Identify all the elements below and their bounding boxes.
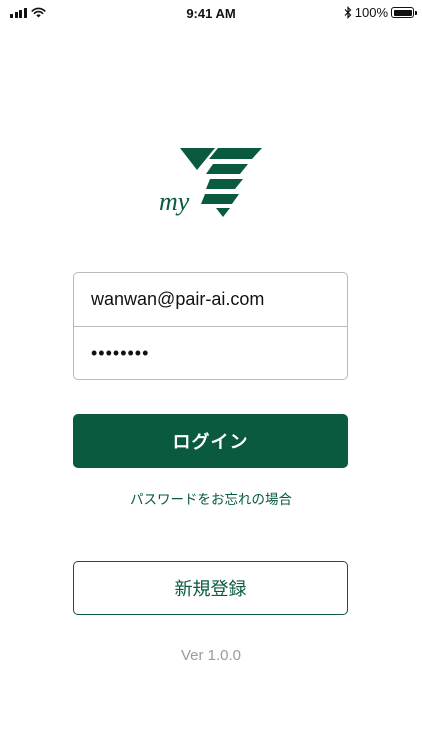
logo-tip [216, 208, 230, 217]
app-logo: my [159, 148, 262, 217]
battery-icon [391, 7, 417, 18]
login-button[interactable]: ログイン [73, 414, 348, 468]
forgot-password-link[interactable]: パスワードをお忘れの場合 [0, 488, 422, 508]
password-field-row [74, 326, 347, 379]
bluetooth-icon [344, 6, 352, 19]
version-label: Ver 1.0.0 [180, 647, 242, 664]
register-button[interactable]: 新規登録 [73, 561, 348, 615]
logo-stripe-4 [201, 194, 239, 204]
status-bar: 9:41 AM 100% [0, 0, 422, 28]
logo-stripe-2 [206, 164, 248, 174]
logo-stripe-1 [209, 148, 262, 159]
status-right: 100% [344, 5, 417, 20]
logo-text: my [159, 187, 190, 216]
battery-percentage: 100% [354, 5, 388, 20]
email-field-row [74, 273, 347, 326]
logo-stripe-3 [206, 179, 243, 189]
email-field[interactable] [91, 289, 331, 310]
login-form [73, 272, 348, 380]
password-field[interactable] [91, 342, 331, 364]
